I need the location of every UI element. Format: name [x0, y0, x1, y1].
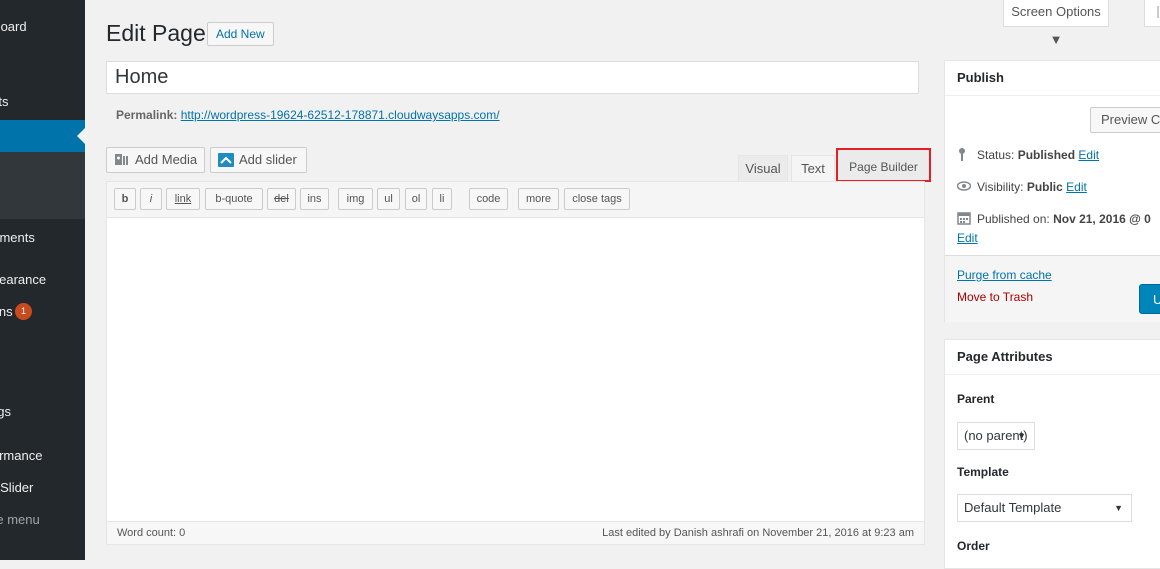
pin-icon [959, 148, 965, 161]
tab-page-builder[interactable]: Page Builder [836, 148, 931, 182]
menu-label: Appearance [0, 272, 47, 287]
qt-link-button[interactable]: link [166, 188, 200, 210]
qt-bold-button[interactable]: b [114, 188, 136, 210]
permalink-url-link[interactable]: http://wordpress-19624-62512-178871.clou… [181, 108, 500, 122]
page-title: Edit Page [106, 20, 206, 46]
template-select[interactable]: Default Template ▼ [957, 494, 1132, 522]
menu-label: Plugins [0, 304, 13, 319]
content-textarea[interactable] [107, 218, 924, 522]
menu-label: Posts [0, 94, 9, 109]
qt-code-button[interactable]: code [469, 188, 508, 210]
post-title-input[interactable]: Home [106, 61, 919, 94]
current-arrow-icon [77, 128, 85, 144]
published-on-edit-link[interactable]: Edit [957, 231, 978, 245]
publish-actions: Purge from cache Move to Trash U [945, 255, 1160, 322]
qt-ins-button[interactable]: ins [300, 188, 329, 210]
menu-label: Collapse menu [0, 512, 40, 527]
page-attributes-box: Page Attributes Parent (no parent) ▼ Tem… [944, 339, 1160, 569]
qt-li-button[interactable]: li [432, 188, 452, 210]
menu-comments[interactable]: Comments [0, 228, 85, 248]
menu-label: Layer Slider [0, 480, 34, 495]
menu-settings[interactable]: Settings [0, 402, 85, 422]
visibility-value: Public [1026, 180, 1063, 194]
menu-performance[interactable]: Performance [0, 446, 85, 466]
update-button[interactable]: U [1139, 284, 1160, 314]
published-on-edit-row: Edit [957, 231, 978, 245]
menu-label: Comments [0, 230, 35, 245]
menu-layer-slider[interactable]: Layer Slider [0, 478, 85, 498]
help-tab[interactable] [1144, 0, 1160, 27]
add-media-button[interactable]: Add Media [106, 147, 205, 173]
published-on-label: Published on: [977, 212, 1050, 226]
menu-label: Performance [0, 448, 43, 463]
permalink: Permalink: http://wordpress-19624-62512-… [116, 108, 500, 122]
tab-text[interactable]: Text [791, 155, 835, 182]
status-value: Published [1017, 148, 1076, 162]
qt-bquote-button[interactable]: b-quote [205, 188, 263, 210]
qt-ol-button[interactable]: ol [405, 188, 427, 210]
publish-box: Publish Preview Ch Status: Published Edi… [944, 60, 1160, 322]
published-on-row: Published on: Nov 21, 2016 @ 0 [957, 211, 1151, 226]
menu-pages-current[interactable] [0, 120, 85, 152]
chevron-down-icon: ▼ [1114, 503, 1123, 513]
pages-submenu [0, 152, 85, 219]
template-label: Template [957, 465, 1009, 479]
qt-italic-button[interactable]: i [140, 188, 162, 210]
last-edited: Last edited by Danish ashrafi on Novembe… [602, 527, 914, 539]
add-media-label: Add Media [135, 152, 198, 167]
visibility-row: Visibility: Public Edit [957, 179, 1087, 194]
menu-plugins[interactable]: Plugins1 [0, 302, 85, 322]
menu-posts[interactable]: Posts [0, 92, 85, 112]
menu-label: Settings [0, 404, 11, 419]
eye-icon [957, 181, 971, 191]
admin-sidebar: Dashboard Posts Comments Appearance Plug… [0, 0, 85, 560]
qt-del-button[interactable]: del [267, 188, 296, 210]
add-slider-label: Add slider [239, 152, 297, 167]
visibility-edit-link[interactable]: Edit [1066, 180, 1087, 194]
plugins-update-badge: 1 [15, 303, 32, 320]
screen-options-button[interactable]: Screen Options ▼ [1003, 0, 1109, 47]
add-new-button[interactable]: Add New [207, 22, 274, 46]
qt-img-button[interactable]: img [338, 188, 373, 210]
status-label: Status: [977, 148, 1015, 162]
tab-visual[interactable]: Visual [738, 155, 788, 182]
preview-changes-button[interactable]: Preview Ch [1090, 107, 1160, 133]
menu-collapse[interactable]: Collapse menu [0, 510, 85, 530]
permalink-label: Permalink: [116, 108, 178, 122]
calendar-icon [957, 212, 971, 225]
slider-icon [218, 153, 234, 167]
parent-select[interactable]: (no parent) ▼ [957, 422, 1035, 450]
menu-dashboard[interactable]: Dashboard [0, 17, 85, 37]
editor-status-bar: Word count: 0 Last edited by Danish ashr… [107, 521, 924, 544]
add-slider-button[interactable]: Add slider [210, 147, 307, 173]
menu-label: Dashboard [0, 19, 27, 34]
visibility-label: Visibility: [977, 180, 1024, 194]
purge-cache-link[interactable]: Purge from cache [957, 268, 1052, 282]
qt-ul-button[interactable]: ul [377, 188, 400, 210]
menu-appearance[interactable]: Appearance [0, 270, 85, 290]
quicktags-toolbar: b i link b-quote del ins img ul ol li co… [107, 182, 924, 218]
move-to-trash-link[interactable]: Move to Trash [957, 290, 1033, 304]
published-on-value: Nov 21, 2016 @ 0 [1053, 212, 1151, 226]
publish-box-title[interactable]: Publish [945, 61, 1160, 96]
chevron-down-icon: ▼ [1017, 431, 1026, 441]
page-attributes-title[interactable]: Page Attributes [945, 340, 1160, 375]
help-tab-divider [1157, 6, 1159, 18]
media-icon [115, 154, 128, 165]
status-edit-link[interactable]: Edit [1078, 148, 1099, 162]
qt-more-button[interactable]: more [518, 188, 559, 210]
order-label: Order [957, 539, 990, 553]
qt-close-tags-button[interactable]: close tags [564, 188, 630, 210]
word-count: Word count: 0 [117, 527, 186, 539]
status-row: Status: Published Edit [957, 147, 1099, 162]
parent-label: Parent [957, 392, 995, 406]
template-select-value: Default Template [964, 500, 1062, 515]
editor-container: b i link b-quote del ins img ul ol li co… [106, 181, 925, 545]
